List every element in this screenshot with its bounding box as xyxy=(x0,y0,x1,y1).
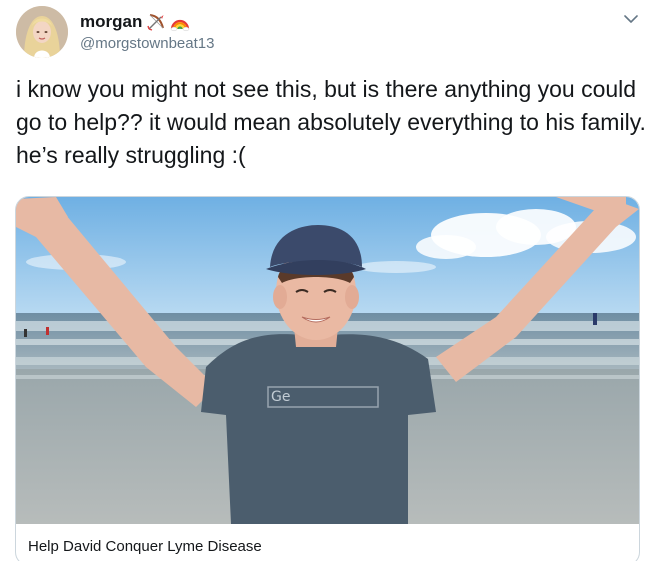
link-card[interactable]: Ge Help David Conquer Lyme Disease xyxy=(15,196,640,561)
tweet-text: i know you might not see this, but is th… xyxy=(16,76,646,168)
display-name[interactable]: morgan xyxy=(80,12,142,32)
shirt-text: Ge xyxy=(271,389,291,405)
card-image xyxy=(16,197,639,524)
bow-and-arrow-icon xyxy=(147,14,165,31)
avatar[interactable] xyxy=(16,6,68,58)
tweet: morgan @morgstownbeat13 i know you might… xyxy=(0,0,652,561)
name-row: morgan xyxy=(80,11,190,33)
rainbow-icon xyxy=(171,19,190,32)
card-title[interactable]: Help David Conquer Lyme Disease xyxy=(28,538,262,555)
user-handle[interactable]: @morgstownbeat13 xyxy=(80,35,214,52)
avatar-image xyxy=(16,6,68,58)
chevron-down-icon[interactable] xyxy=(622,10,640,28)
